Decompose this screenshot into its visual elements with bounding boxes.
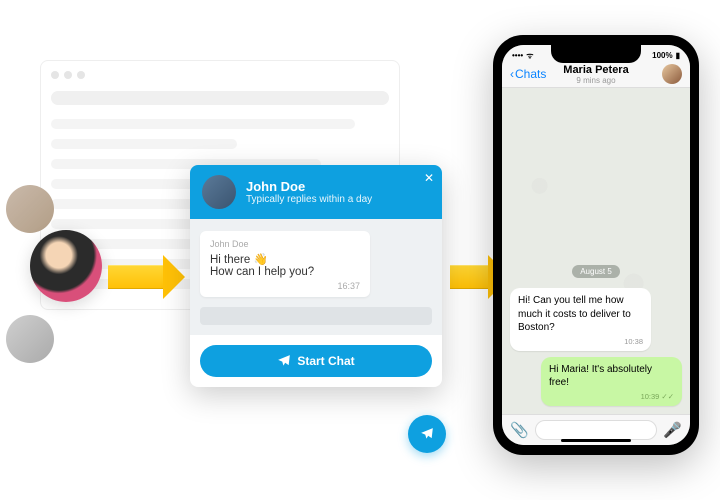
back-button[interactable]: ‹ Chats (510, 67, 546, 81)
phone-notch (551, 45, 641, 63)
message-line: How can I help you? (210, 266, 360, 278)
chevron-left-icon: ‹ (510, 67, 514, 81)
contact-avatar[interactable] (662, 64, 682, 84)
agent-message: John Doe Hi there 👋 How can I help you? … (200, 231, 370, 297)
back-label: Chats (515, 67, 546, 81)
message-time: 10:38 (518, 337, 643, 347)
start-chat-label: Start Chat (297, 354, 354, 368)
chat-widget: John Doe Typically replies within a day … (190, 165, 442, 387)
message-text: Hi! Can you tell me how much it costs to… (518, 294, 643, 335)
battery-percent: 100% (652, 51, 672, 60)
message-input[interactable] (535, 420, 658, 440)
avatar (6, 315, 54, 363)
reply-time: Typically replies within a day (246, 194, 372, 205)
battery-icon: ▮ (676, 51, 680, 60)
telegram-fab[interactable] (408, 415, 446, 453)
telegram-plane-icon (277, 354, 291, 368)
chat-title: Maria Petera (563, 64, 628, 76)
attach-icon[interactable]: 📎 (510, 421, 529, 439)
widget-header: John Doe Typically replies within a day … (190, 165, 442, 219)
wifi-icon: ᯤ (526, 50, 533, 61)
avatar (6, 185, 54, 233)
input-placeholder-bar (200, 307, 432, 325)
flow-arrow-icon (108, 255, 185, 299)
home-indicator (561, 439, 631, 442)
telegram-plane-icon (420, 427, 434, 441)
start-chat-button[interactable]: Start Chat (200, 345, 432, 377)
avatar-highlighted (30, 230, 102, 302)
close-icon[interactable]: ✕ (424, 171, 434, 185)
conversation[interactable]: August 5 Hi! Can you tell me how much it… (502, 88, 690, 414)
widget-body: John Doe Hi there 👋 How can I help you? … (190, 219, 442, 335)
message-text: Hi Maria! It's absolutely free! (549, 363, 674, 390)
message-time: 16:37 (210, 281, 360, 291)
nav-bar: ‹ Chats Maria Petera 9 mins ago (502, 63, 690, 88)
incoming-message: Hi! Can you tell me how much it costs to… (510, 288, 651, 351)
agent-name: John Doe (246, 179, 372, 194)
signal-icon: •••• (512, 51, 523, 60)
outgoing-message: Hi Maria! It's absolutely free! 10:39 ✓✓ (541, 357, 682, 406)
message-from: John Doe (210, 239, 360, 249)
chat-subtitle: 9 mins ago (563, 76, 628, 85)
message-time: 10:39 ✓✓ (549, 392, 674, 402)
mic-icon[interactable]: 🎤 (663, 421, 682, 439)
phone-mockup: •••• ᯤ 100% ▮ ‹ Chats Maria Petera 9 min… (493, 35, 699, 455)
agent-avatar (202, 175, 236, 209)
message-line: Hi there 👋 (210, 252, 360, 266)
date-pill: August 5 (572, 265, 620, 278)
